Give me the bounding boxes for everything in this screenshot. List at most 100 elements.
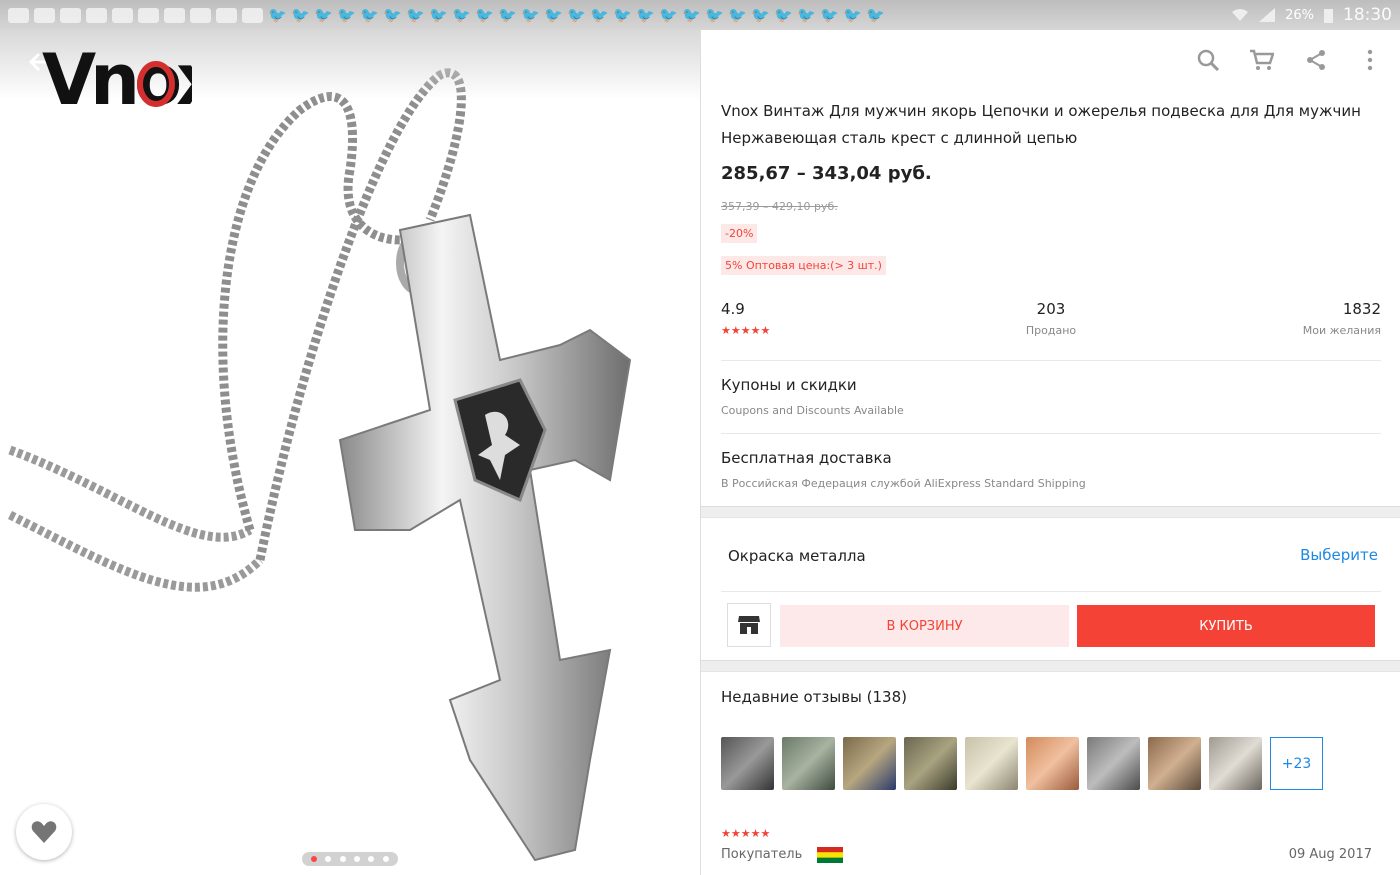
review-photo[interactable] (1148, 737, 1201, 790)
signal-icon (1259, 8, 1276, 22)
twitter-icon: 🐦 (590, 6, 609, 24)
toolbar (700, 30, 1400, 90)
review-photo[interactable] (904, 737, 957, 790)
review-date: 09 Aug 2017 (1288, 847, 1372, 862)
reviews-title[interactable]: Недавние отзывы (138) (721, 688, 907, 706)
review-photo[interactable] (843, 737, 896, 790)
product-title: Vnox Винтаж Для мужчин якорь Цепочки и о… (721, 102, 1361, 147)
review-photo-strip: +23 (721, 737, 1323, 790)
twitter-icon: 🐦 (751, 6, 770, 24)
buy-now-button[interactable]: КУПИТЬ (1077, 605, 1375, 647)
pagination-dot[interactable] (325, 856, 332, 862)
image-pagination[interactable] (302, 852, 398, 866)
chat-icon (8, 7, 29, 23)
add-to-cart-button[interactable]: В КОРЗИНУ (780, 605, 1069, 647)
twitter-icon: 🐦 (383, 6, 402, 24)
review-rating-stars: ★★★★★ (721, 827, 771, 840)
notification-icons: 🐦 🐦 🐦 🐦 🐦 🐦 🐦 🐦 🐦 🐦 🐦 🐦 🐦 🐦 🐦 🐦 🐦 🐦 🐦 🐦 … (8, 6, 885, 24)
wishlist-value: 1832 (1342, 300, 1381, 318)
battery-icon (1324, 8, 1333, 23)
store-icon (738, 616, 760, 634)
status-bar: 🐦 🐦 🐦 🐦 🐦 🐦 🐦 🐦 🐦 🐦 🐦 🐦 🐦 🐦 🐦 🐦 🐦 🐦 🐦 🐦 … (0, 0, 1400, 30)
pagination-dot[interactable] (339, 856, 346, 862)
twitter-icon: 🐦 (682, 6, 701, 24)
shipping-subtitle: В Российская Федерация службой AliExpres… (721, 477, 1086, 490)
twitter-icon: 🐦 (475, 6, 494, 24)
clock: 18:30 (1343, 5, 1392, 25)
more-photos-button[interactable]: +23 (1270, 737, 1323, 790)
brand-logo: Vnox (42, 40, 192, 114)
coupons-subtitle: Coupons and Discounts Available (721, 404, 904, 417)
twitter-icon: 🐦 (291, 6, 310, 24)
wholesale-badge: 5% Оптовая цена:(> 3 шт.) (721, 256, 886, 275)
product-gallery[interactable]: Vnox (0, 30, 700, 875)
twitter-icon: 🐦 (705, 6, 724, 24)
sold-stat: 203 Продано (1011, 300, 1091, 337)
review-photo[interactable] (721, 737, 774, 790)
pagination-dot[interactable] (368, 856, 375, 862)
store-button[interactable] (727, 603, 771, 647)
share-button[interactable] (1300, 44, 1332, 76)
shipping-title[interactable]: Бесплатная доставка (721, 449, 892, 467)
youtube-icon (190, 7, 211, 23)
review-photo[interactable] (782, 737, 835, 790)
section-separator (701, 506, 1400, 518)
pagination-dot-active[interactable] (311, 856, 318, 862)
coupons-title[interactable]: Купоны и скидки (721, 376, 857, 394)
review-photo[interactable] (965, 737, 1018, 790)
rating-stars: ★★★★★ (721, 324, 771, 337)
system-status: 26% 18:30 (1231, 5, 1392, 25)
battery-percent: 26% (1285, 7, 1314, 23)
discount-badge: -20% (721, 224, 758, 243)
bolivia-flag-icon (817, 847, 843, 863)
review-photo[interactable] (1209, 737, 1262, 790)
cart-icon (1250, 49, 1274, 70)
youtube-icon (242, 7, 263, 23)
sold-label: Продано (1025, 324, 1077, 337)
heart-icon (31, 821, 57, 843)
divider (721, 591, 1381, 592)
pagination-dot[interactable] (382, 856, 389, 862)
twitter-icon: 🐦 (498, 6, 517, 24)
reviewer-name: Покупатель (721, 847, 803, 862)
twitter-icon: 🐦 (613, 6, 632, 24)
twitter-icon: 🐦 (314, 6, 333, 24)
divider (721, 360, 1381, 361)
twitter-icon: 🐦 (774, 6, 793, 24)
twitter-icon: 🐦 (337, 6, 356, 24)
twitter-icon: 🐦 (636, 6, 655, 24)
youtube-icon (216, 7, 237, 23)
mail-icon (112, 7, 133, 23)
rating-stat[interactable]: 4.9 ★★★★★ (721, 300, 770, 337)
twitter-icon: 🐦 (406, 6, 425, 24)
wishlist-stat[interactable]: 1832 Мои желания (1303, 300, 1381, 337)
review-photo[interactable] (1087, 737, 1140, 790)
twitter-icon: 🐦 (521, 6, 540, 24)
more-vertical-icon (1367, 49, 1373, 71)
product-price: 285,67 – 343,04 руб. (721, 163, 932, 184)
divider (721, 433, 1381, 434)
favorite-button[interactable] (16, 804, 72, 860)
search-button[interactable] (1192, 44, 1224, 76)
search-icon (1197, 49, 1219, 71)
more-menu-button[interactable] (1354, 44, 1386, 76)
cart-icon-button[interactable] (1246, 44, 1278, 76)
youtube-icon (138, 7, 159, 23)
rating-value: 4.9 (721, 300, 745, 318)
metal-color-select[interactable]: Выберите (1300, 546, 1378, 564)
twitter-icon: 🐦 (797, 6, 816, 24)
app-icon (34, 7, 55, 23)
phone-icon (86, 7, 107, 23)
metal-color-label: Окраска металла (728, 547, 866, 565)
twitter-icon: 🐦 (728, 6, 747, 24)
product-stats: 4.9 ★★★★★ 203 Продано 1832 Мои желания (721, 300, 1381, 350)
twitter-icon: 🐦 (567, 6, 586, 24)
pagination-dot[interactable] (354, 856, 361, 862)
product-image (7, 68, 632, 862)
twitter-icon: 🐦 (452, 6, 471, 24)
wishlist-label: Мои желания (1302, 324, 1381, 337)
twitter-icon: 🐦 (429, 6, 448, 24)
review-photo[interactable] (1026, 737, 1079, 790)
section-separator (701, 660, 1400, 672)
wifi-icon (1232, 9, 1249, 21)
